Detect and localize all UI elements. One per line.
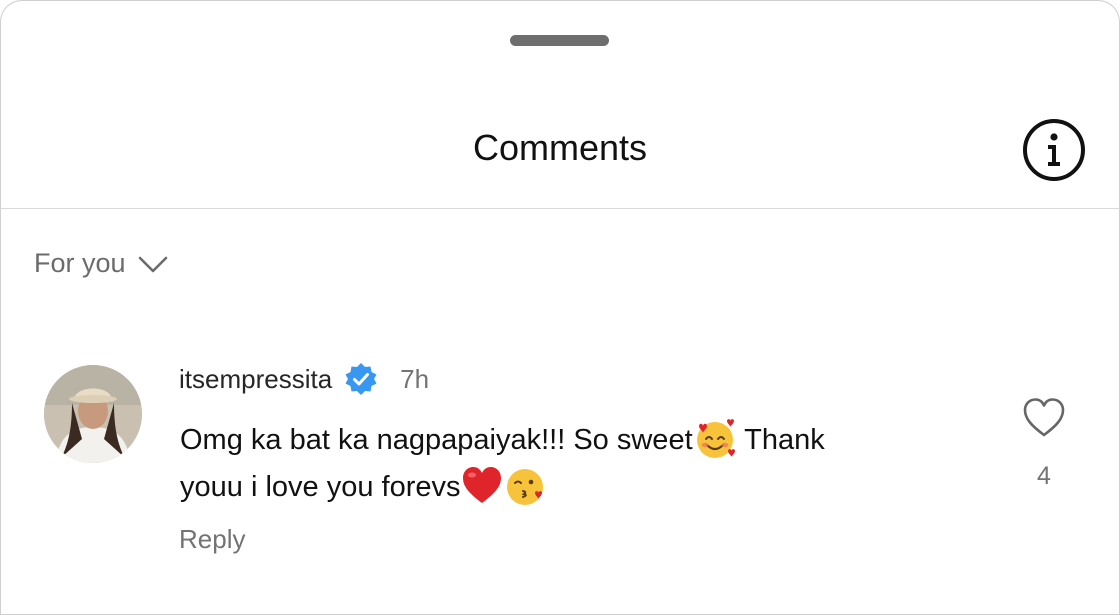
avatar-image (44, 365, 142, 463)
reply-button[interactable]: Reply (179, 524, 245, 555)
sort-filter-dropdown[interactable]: For you (34, 248, 168, 279)
avatar[interactable] (44, 365, 142, 463)
comment-text-line1-tail: Thank (736, 424, 825, 456)
info-circle-icon (1023, 119, 1085, 181)
comments-sheet: Comments For you itsempressita 7h Omg ka… (0, 0, 1120, 615)
comment-text-line2: youu i love you forevs (180, 471, 461, 503)
red-heart-icon (463, 467, 502, 503)
header-divider (0, 208, 1120, 209)
comment-meta: itsempressita 7h (179, 362, 429, 396)
info-button[interactable] (1021, 117, 1087, 183)
comment-username[interactable]: itsempressita (179, 364, 332, 395)
verified-badge-icon (345, 363, 377, 395)
like-button[interactable] (1021, 395, 1067, 441)
page-title: Comments (472, 127, 648, 168)
chevron-down-icon (138, 256, 167, 272)
comment-body: Omg ka bat ka nagpapaiyak!!! So sweet Th… (180, 417, 940, 511)
comment-timestamp: 7h (400, 363, 430, 394)
drag-handle[interactable] (510, 35, 609, 46)
filter-label: For you (34, 248, 126, 278)
heart-outline-icon (1023, 398, 1065, 437)
smiling-face-with-hearts-icon (696, 419, 735, 458)
like-count: 4 (1037, 462, 1051, 490)
comment-text-line1: Omg ka bat ka nagpapaiyak!!! So sweet (180, 424, 693, 456)
face-blowing-a-kiss-icon (507, 469, 544, 505)
